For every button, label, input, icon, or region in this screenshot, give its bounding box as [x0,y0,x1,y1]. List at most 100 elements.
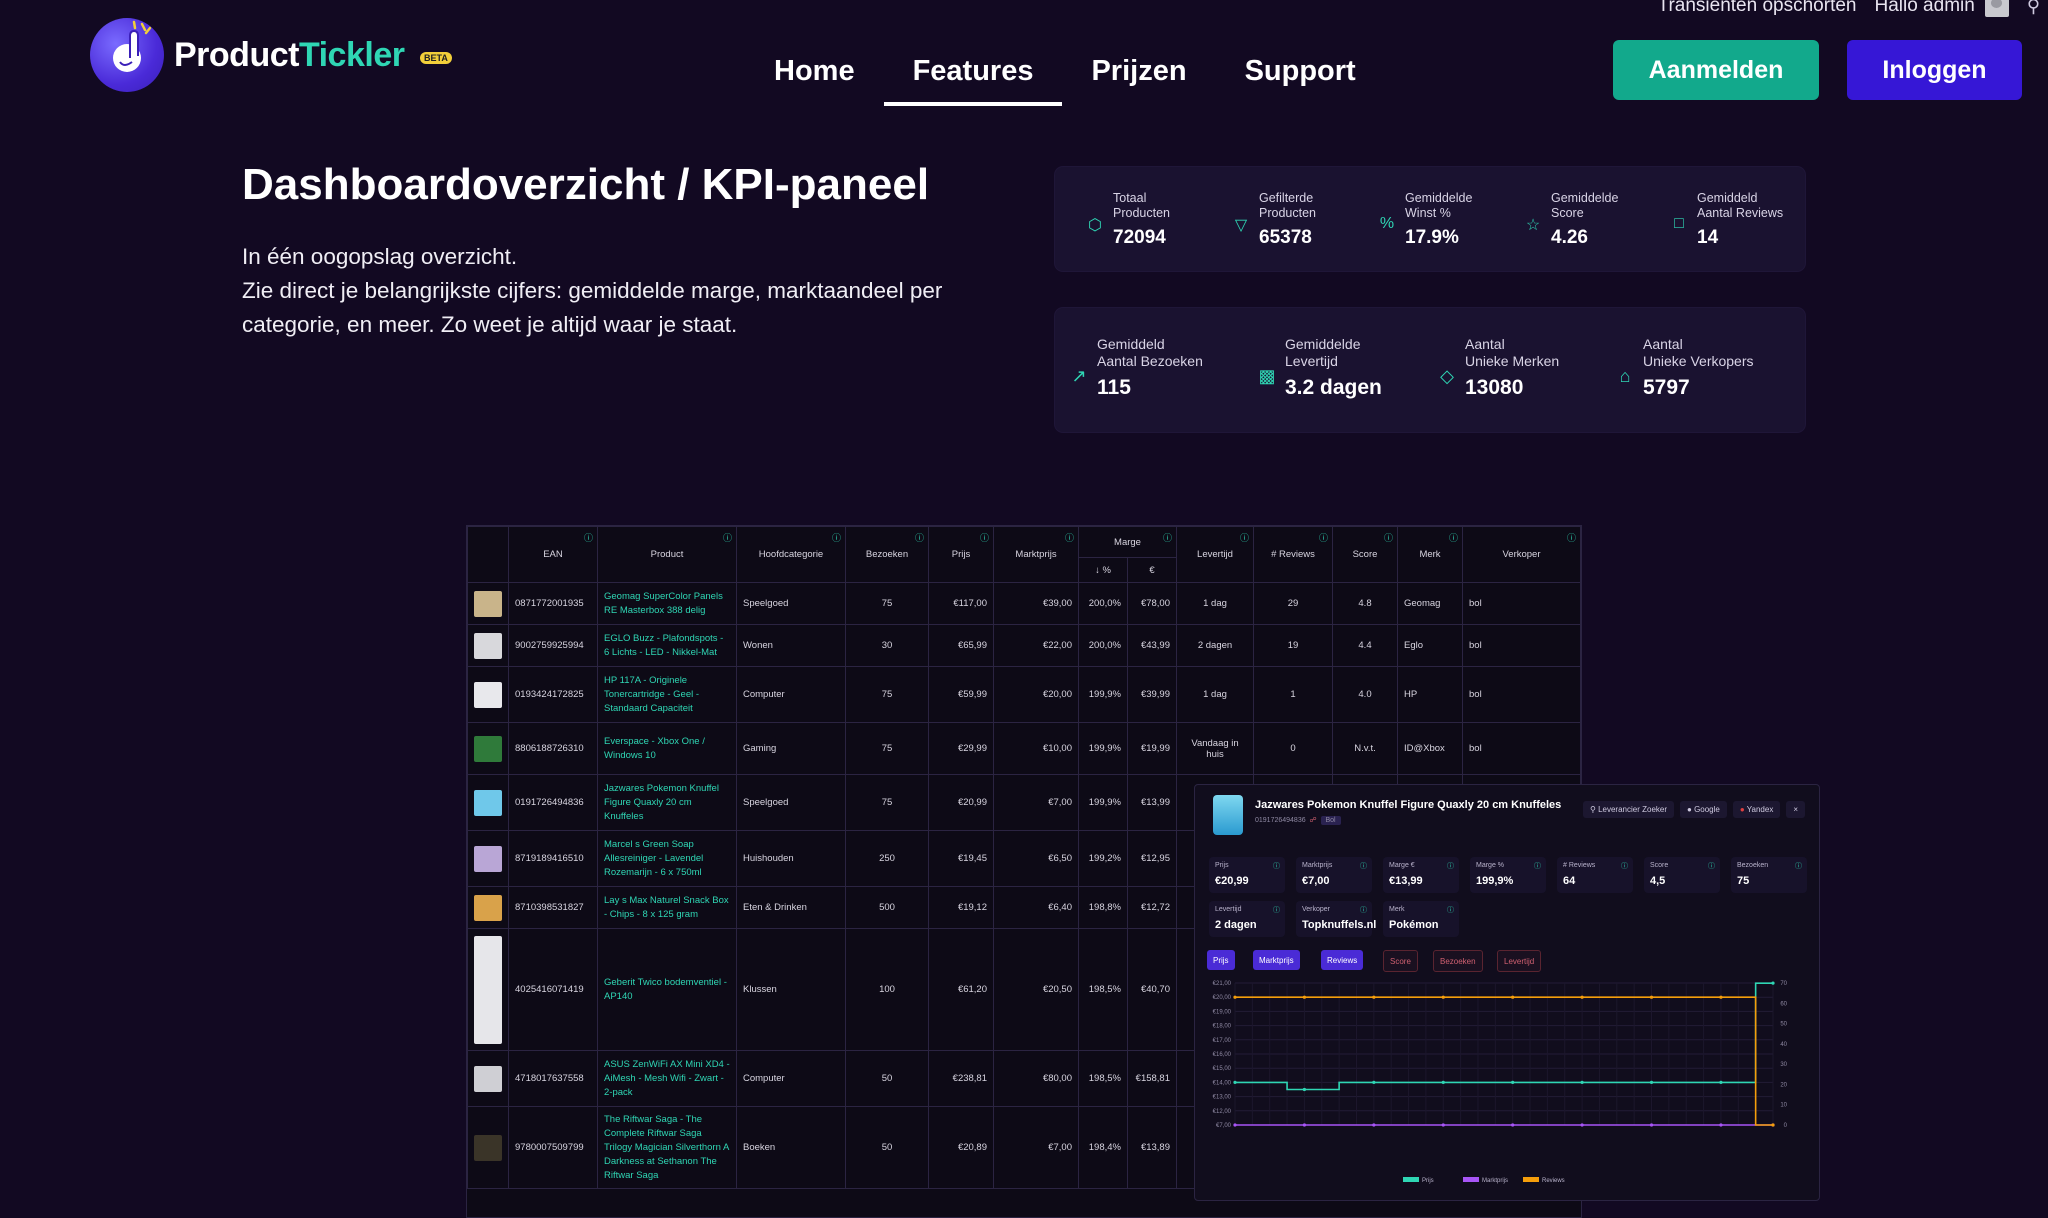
info-icon[interactable]: ⓘ [1447,905,1454,915]
col-reviews[interactable]: # Reviews ⓘ [1253,526,1333,583]
info-icon[interactable]: ⓘ [1240,531,1249,544]
detail-chip[interactable]: Bol [1320,816,1341,825]
cell-product-link[interactable]: ASUS ZenWiFi AX Mini XD4 - AiMesh - Mesh… [597,1050,737,1107]
info-icon[interactable]: ⓘ [1384,531,1393,544]
col-category[interactable]: Hoofdcategorie ⓘ [736,526,846,583]
info-icon[interactable]: ⓘ [1360,905,1367,915]
kpi-value: 13080 [1465,376,1524,399]
data-point [1441,1123,1445,1127]
col-seller[interactable]: Verkoper ⓘ [1462,526,1581,583]
cell-category: Wonen [736,624,846,667]
stat-label: Merk [1389,906,1405,913]
register-button[interactable]: Aanmelden [1613,40,1819,100]
info-icon[interactable]: ⓘ [1449,531,1458,544]
nav-features[interactable]: Features [883,50,1063,106]
col-margin[interactable]: Marge ⓘ [1078,526,1177,558]
link-icon[interactable]: ☍ [1310,817,1317,824]
info-icon[interactable]: ⓘ [1534,861,1541,871]
cell-leadtime: 1 dag [1176,666,1254,723]
yandex-button[interactable]: ● Yandex [1732,801,1781,818]
cell-product-link[interactable]: EGLO Buzz - Plafondspots - 6 Lichts - LE… [597,624,737,667]
kpi-value: 65378 [1259,227,1312,248]
logo-mark-icon [90,18,164,92]
info-icon[interactable]: ⓘ [1708,861,1715,871]
cell-category: Boeken [736,1106,846,1189]
login-button[interactable]: Inloggen [1847,40,2022,100]
cell-margin-pct: 198,5% [1078,1050,1128,1107]
col-visits[interactable]: Bezoeken ⓘ [845,526,929,583]
col-leadtime[interactable]: Levertijd ⓘ [1176,526,1254,583]
info-icon[interactable]: ⓘ [1319,531,1328,544]
cell-leadtime: Vandaag in huis [1176,722,1254,775]
series-toggle-on[interactable]: Reviews [1321,950,1364,970]
info-icon[interactable]: ⓘ [832,531,841,544]
y-tick-label-left: €17,00 [1213,1038,1232,1044]
y-tick-label-right: 10 [1780,1103,1787,1109]
cell-product-link[interactable]: Marcel s Green Soap Allesreiniger - Lave… [597,830,737,887]
brand-name-part1: Product [174,35,299,74]
stat-value: Topknuffels.nl [1302,919,1377,931]
table-row[interactable]: 9002759925994 EGLO Buzz - Plafondspots - … [467,624,1581,667]
nav-home[interactable]: Home [745,50,884,106]
col-ean[interactable]: EAN ⓘ [508,526,598,583]
series-toggle-off[interactable]: Levertijd [1497,950,1542,972]
table-row[interactable]: 0193424172825 HP 117A - Originele Tonerca… [467,666,1581,723]
supplier-finder-button[interactable]: ⚲ Leverancier Zoeker [1582,801,1674,818]
cell-visits: 50 [845,1050,929,1107]
col-margin-pct[interactable]: ↓ % [1078,557,1128,583]
info-icon[interactable]: ⓘ [915,531,924,544]
col-price[interactable]: Prijs ⓘ [928,526,994,583]
kpi-label: Gemiddelde [1405,191,1473,205]
info-icon[interactable]: ⓘ [1273,861,1280,871]
logo[interactable]: ProductTickler BETA [90,18,452,92]
cell-product-link[interactable]: Geomag SuperColor Panels RE Masterbox 38… [597,582,737,625]
info-icon[interactable]: ⓘ [1065,531,1074,544]
col-brand[interactable]: Merk ⓘ [1397,526,1463,583]
info-icon[interactable]: ⓘ [584,531,593,544]
table-row[interactable]: 8806188726310 Everspace - Xbox One / Wind… [467,722,1581,775]
google-button[interactable]: ● Google [1680,801,1727,818]
cell-product-link[interactable]: Jazwares Pokemon Knuffel Figure Quaxly 2… [597,774,737,831]
transients-link[interactable]: Transienten opschorten [1658,0,1857,17]
table-row[interactable]: 0871772001935 Geomag SuperColor Panels RE… [467,582,1581,625]
y-tick-label-right: 30 [1780,1062,1787,1068]
series-toggle-on[interactable]: Marktprijs [1253,950,1300,970]
info-icon[interactable]: ⓘ [980,531,989,544]
info-icon[interactable]: ⓘ [1447,861,1454,871]
cell-product-link[interactable]: HP 117A - Originele Tonercartridge - Gee… [597,666,737,723]
kpi-label: Unieke Merken [1465,353,1560,369]
cell-product-link[interactable]: The Riftwar Saga - The Complete Riftwar … [597,1106,737,1189]
cell-brand: Geomag [1397,582,1463,625]
kpi-avg-visits: ↗ Gemiddeld Aantal Bezoeken 115 [1069,336,1202,400]
product-thumbnail [467,886,509,929]
info-icon[interactable]: ⓘ [1360,861,1367,871]
info-icon[interactable]: ⓘ [1163,531,1172,544]
kpi-value: 72094 [1113,227,1166,248]
info-icon[interactable]: ⓘ [723,531,732,544]
series-toggle-off[interactable]: Score [1383,950,1418,972]
cell-product-link[interactable]: Everspace - Xbox One / Windows 10 [597,722,737,775]
search-icon[interactable]: ⚲ [2027,0,2040,17]
col-score[interactable]: Score ⓘ [1332,526,1398,583]
avatar[interactable] [1984,0,2009,17]
legend-swatch [1403,1177,1419,1182]
series-toggle-on[interactable]: Prijs [1207,950,1235,970]
admin-menu[interactable]: Hallo admin [1874,0,2009,17]
cell-reviews: 0 [1253,722,1333,775]
col-margin-eur[interactable]: € [1127,557,1177,583]
info-icon[interactable]: ⓘ [1795,861,1802,871]
cell-product-link[interactable]: Lay s Max Naturel Snack Box - Chips - 8 … [597,886,737,929]
info-icon[interactable]: ⓘ [1621,861,1628,871]
info-icon[interactable]: ⓘ [1273,905,1280,915]
kpi-label: Winst % [1405,206,1451,220]
cell-marketprice: €20,50 [993,928,1079,1051]
col-marketprice[interactable]: Marktprijs ⓘ [993,526,1079,583]
col-product[interactable]: Product ⓘ [597,526,737,583]
close-icon[interactable]: × [1786,801,1805,818]
nav-prijzen[interactable]: Prijzen [1062,50,1215,106]
series-toggle-off[interactable]: Bezoeken [1433,950,1483,972]
nav-support[interactable]: Support [1216,50,1385,106]
info-icon[interactable]: ⓘ [1567,531,1576,544]
product-image [474,935,502,1044]
cell-product-link[interactable]: Geberit Twico bodemventiel - AP140 [597,928,737,1051]
